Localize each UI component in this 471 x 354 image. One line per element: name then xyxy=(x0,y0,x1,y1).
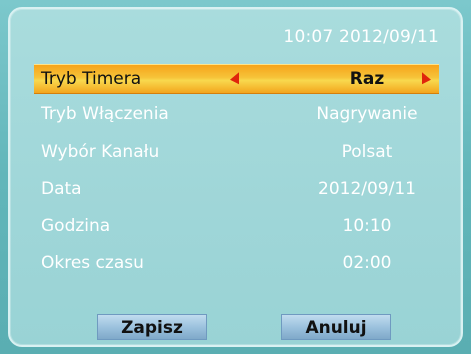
row-value: 2012/09/11 xyxy=(318,179,416,199)
row-label: Tryb Timera xyxy=(41,69,142,89)
row-value: Nagrywanie xyxy=(316,104,418,124)
row-label: Tryb Włączenia xyxy=(41,104,169,124)
row-date[interactable]: Data 2012/09/11 xyxy=(34,175,439,203)
row-value: Polsat xyxy=(341,142,393,162)
row-label: Wybór Kanału xyxy=(41,142,160,162)
save-button[interactable]: Zapisz xyxy=(97,314,207,340)
clock-display: 10:07 2012/09/11 xyxy=(283,27,439,47)
row-timer-mode[interactable]: Tryb Timera Raz xyxy=(34,64,439,94)
screen-frame: 10:07 2012/09/11 Tryb Timera Raz Tryb Wł… xyxy=(0,0,471,354)
row-label: Data xyxy=(41,179,82,199)
row-channel[interactable]: Wybór Kanału Polsat xyxy=(34,138,439,166)
row-time[interactable]: Godzina 10:10 xyxy=(34,212,439,240)
row-power-mode[interactable]: Tryb Włączenia Nagrywanie xyxy=(34,100,439,128)
row-label: Okres czasu xyxy=(41,253,144,273)
row-value: 10:10 xyxy=(342,216,392,236)
row-value: 02:00 xyxy=(342,253,392,273)
timer-settings-panel: 10:07 2012/09/11 Tryb Timera Raz Tryb Wł… xyxy=(8,7,463,347)
arrow-right-icon[interactable] xyxy=(422,72,431,86)
row-label: Godzina xyxy=(41,216,111,236)
arrow-left-icon[interactable] xyxy=(230,72,239,86)
cancel-button[interactable]: Anuluj xyxy=(281,314,391,340)
row-duration[interactable]: Okres czasu 02:00 xyxy=(34,249,439,277)
